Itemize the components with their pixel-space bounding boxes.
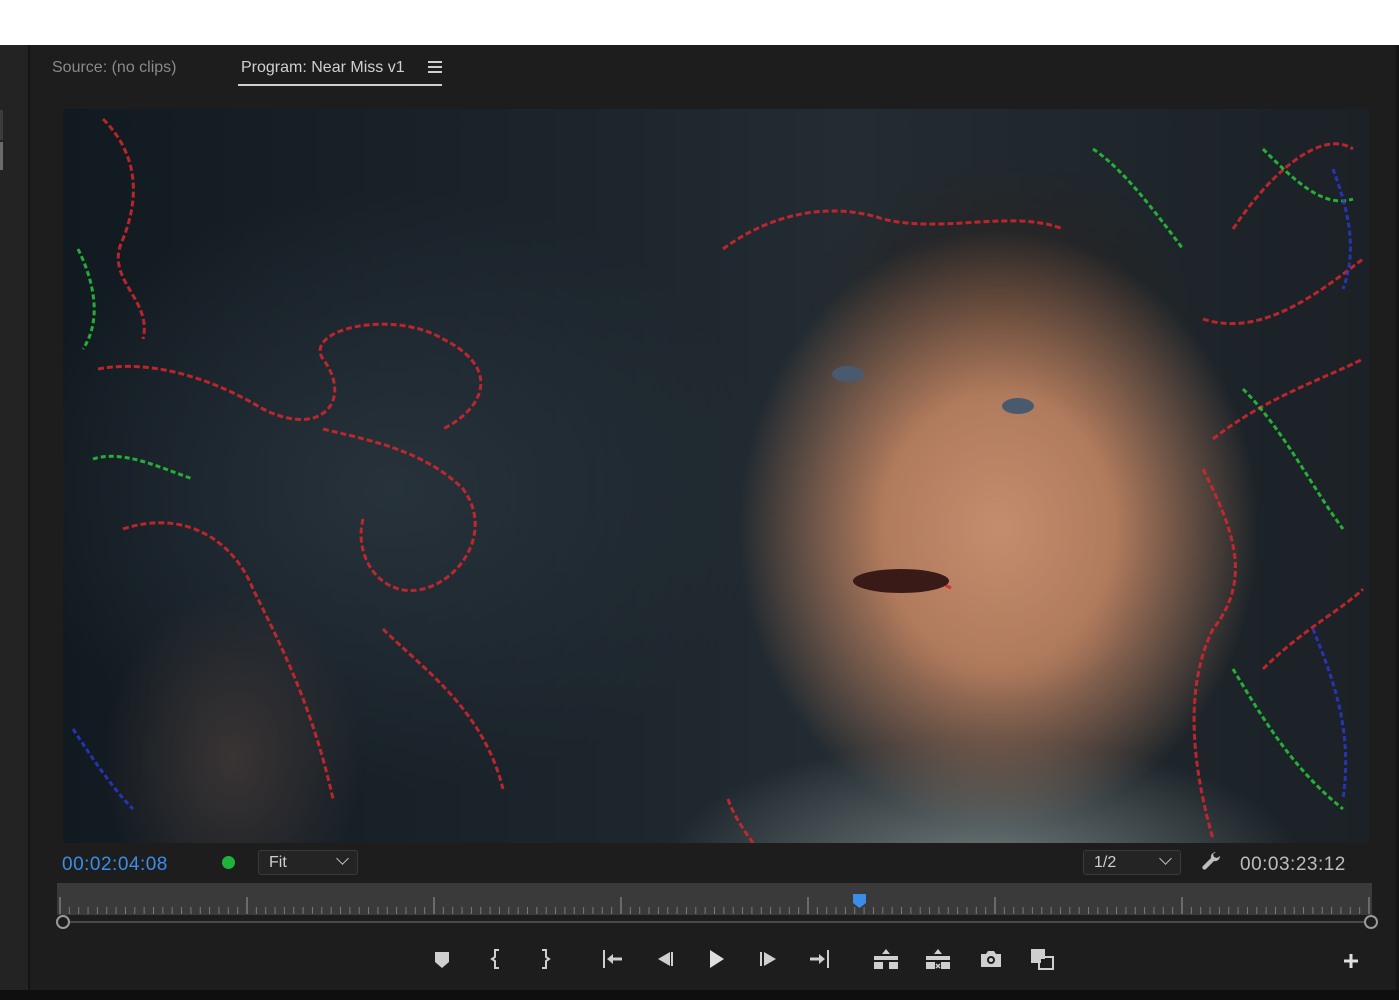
mark-in-icon[interactable] <box>478 942 514 976</box>
playhead[interactable] <box>852 893 867 909</box>
plus-icon[interactable] <box>1340 950 1362 972</box>
playback-resolution-dropdown[interactable]: 1/2 <box>1083 850 1181 875</box>
active-tab-indicator <box>238 84 442 86</box>
top-white-area <box>0 0 1399 45</box>
mark-out-icon[interactable] <box>527 942 563 976</box>
zoom-handle-left[interactable] <box>56 915 70 929</box>
zoom-level-value: Fit <box>269 854 287 871</box>
duration-timecode: 00:03:23:12 <box>1240 854 1346 875</box>
go-to-in-icon[interactable] <box>594 942 630 976</box>
time-ruler[interactable] <box>57 883 1372 915</box>
step-back-icon[interactable] <box>646 942 682 976</box>
eye-left <box>832 366 864 382</box>
tab-source[interactable]: Source: (no clips) <box>52 59 177 77</box>
program-video-frame[interactable] <box>63 109 1369 843</box>
eye-right <box>1002 398 1034 414</box>
step-forward-icon[interactable] <box>751 942 787 976</box>
chevron-down-icon <box>336 852 349 865</box>
panel-edge-marker <box>0 110 3 140</box>
chevron-down-icon <box>1159 852 1172 865</box>
wrench-icon[interactable] <box>1200 850 1224 874</box>
lift-icon[interactable] <box>868 942 904 976</box>
marker-icon[interactable] <box>424 942 460 976</box>
tab-program[interactable]: Program: Near Miss v1 <box>241 59 405 77</box>
zoom-scroll-bar[interactable] <box>62 921 1371 923</box>
camera-icon[interactable] <box>973 942 1009 976</box>
status-indicator <box>222 856 235 869</box>
left-panel-edge[interactable] <box>0 45 30 990</box>
comparison-view-icon[interactable] <box>1024 942 1060 976</box>
hamburger-icon[interactable] <box>428 59 442 75</box>
resolution-value: 1/2 <box>1094 854 1117 871</box>
monitor-controls-row: 00:02:04:08 Fit 1/2 00:03:23:12 <box>33 846 1396 882</box>
transport-controls <box>420 942 1080 978</box>
current-timecode[interactable]: 00:02:04:08 <box>62 854 168 876</box>
zoom-level-dropdown[interactable]: Fit <box>258 850 358 875</box>
time-ruler-ticks <box>59 897 1370 914</box>
panel-edge-marker <box>0 142 3 170</box>
panel-header: Source: (no clips) Program: Near Miss v1 <box>33 45 1396 97</box>
extract-icon[interactable] <box>920 942 956 976</box>
play-icon[interactable] <box>698 942 734 976</box>
video-frame-image <box>71 117 1365 843</box>
bottom-edge <box>0 990 1399 1000</box>
zoom-handle-right[interactable] <box>1364 915 1378 929</box>
go-to-out-icon[interactable] <box>802 942 838 976</box>
